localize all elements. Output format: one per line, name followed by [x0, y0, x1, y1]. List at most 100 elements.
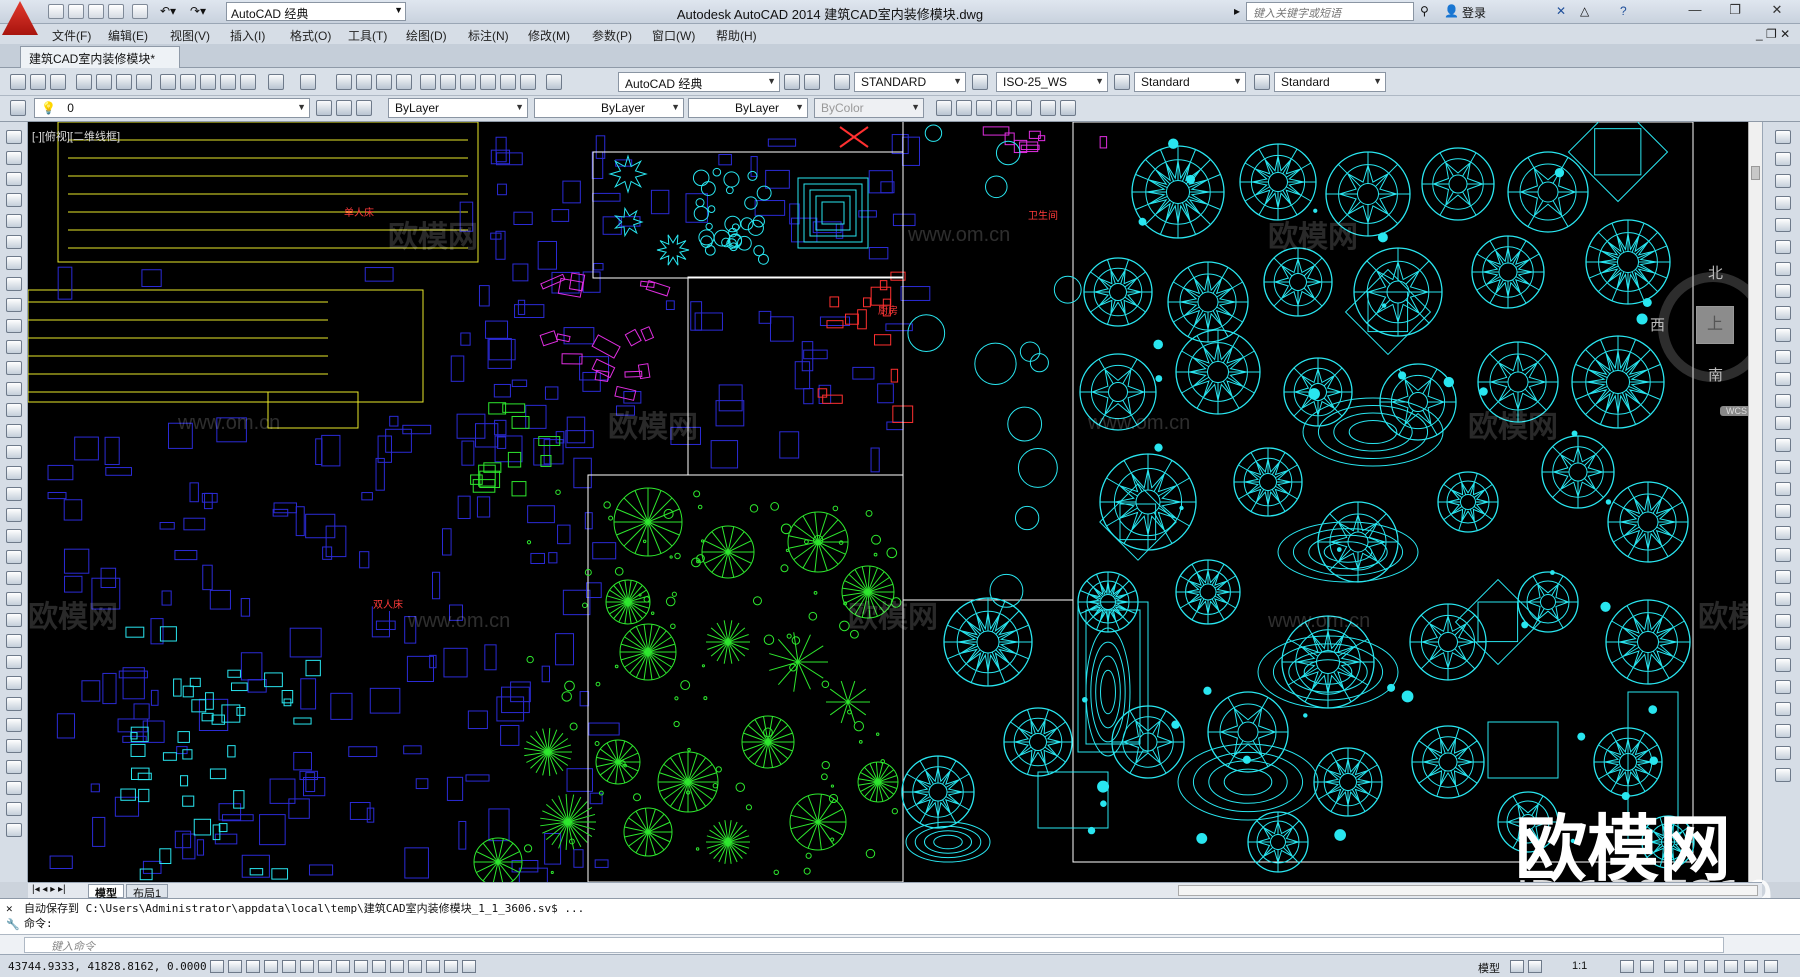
- workspace-save-icon[interactable]: [804, 74, 820, 90]
- compass-south[interactable]: 南: [1708, 364, 1723, 385]
- dim-style-combo[interactable]: ISO-25_WS ▼: [996, 72, 1108, 92]
- markup-icon[interactable]: [500, 74, 516, 90]
- a360-icon[interactable]: △: [1580, 4, 1589, 18]
- modify-tool-icon[interactable]: [1775, 526, 1791, 540]
- layer-states-icon[interactable]: [356, 100, 372, 116]
- menu-help[interactable]: 帮助(H): [716, 27, 757, 44]
- draw-tool-icon[interactable]: [6, 655, 22, 669]
- modify-tool-icon[interactable]: [1775, 614, 1791, 628]
- modify-tool-icon[interactable]: [1775, 328, 1791, 342]
- compass-west[interactable]: 西: [1650, 314, 1665, 335]
- draw-tool-icon[interactable]: [6, 571, 22, 585]
- tab-layout1[interactable]: 布局1: [126, 884, 169, 900]
- modify-tool-icon[interactable]: [1775, 262, 1791, 276]
- table-style-combo[interactable]: Standard ▼: [1134, 72, 1246, 92]
- modify-tool-icon[interactable]: [1775, 130, 1791, 144]
- quick-view-drawings-icon[interactable]: [1528, 960, 1542, 973]
- model-space-toggle[interactable]: 模型: [1478, 960, 1500, 976]
- modify-tool-icon[interactable]: [1775, 416, 1791, 430]
- modify-tool-icon[interactable]: [1775, 372, 1791, 386]
- compass-north[interactable]: 北: [1708, 262, 1723, 283]
- preview-icon[interactable]: [96, 74, 112, 90]
- draw-tool-icon[interactable]: [6, 361, 22, 375]
- paste-icon[interactable]: [200, 74, 216, 90]
- draw-tool-icon[interactable]: [6, 403, 22, 417]
- help-search-input[interactable]: 键入关键字或短语: [1246, 2, 1414, 21]
- draw-tool-icon[interactable]: [6, 445, 22, 459]
- draw-tool-icon[interactable]: [6, 340, 22, 354]
- 3dprint-icon[interactable]: [136, 74, 152, 90]
- view-tool-2-icon[interactable]: [956, 100, 972, 116]
- zoom-previous-icon[interactable]: [396, 74, 412, 90]
- modify-tool-icon[interactable]: [1775, 592, 1791, 606]
- zoom-window-icon[interactable]: [376, 74, 392, 90]
- auto-scale-icon[interactable]: [1640, 960, 1654, 973]
- layer-properties-icon[interactable]: [10, 100, 26, 116]
- menu-modify[interactable]: 修改(M): [528, 27, 570, 44]
- text-style-combo[interactable]: STANDARD ▼: [854, 72, 966, 92]
- zoom-realtime-icon[interactable]: [356, 74, 372, 90]
- exchange-icon[interactable]: ✕: [1556, 4, 1566, 18]
- draw-tool-icon[interactable]: [6, 235, 22, 249]
- dynamic-input-icon[interactable]: [372, 960, 386, 973]
- binoculars-icon[interactable]: ⚲: [1420, 4, 1429, 18]
- save-as-icon[interactable]: [108, 4, 124, 19]
- workspace-settings-icon[interactable]: [784, 74, 800, 90]
- modify-tool-icon[interactable]: [1775, 680, 1791, 694]
- layer-previous-icon[interactable]: [336, 100, 352, 116]
- save-icon[interactable]: [88, 4, 104, 19]
- lineweight-combo[interactable]: ByLayer ▼: [688, 98, 808, 118]
- design-center-icon[interactable]: [440, 74, 456, 90]
- publish-icon[interactable]: [116, 74, 132, 90]
- drawing-canvas[interactable]: [-][俯视][二维线框] 上 北 南 东 西 WCS 单人床 双人床 厨房 卫…: [28, 122, 1762, 882]
- 3d-osnap-icon[interactable]: [318, 960, 332, 973]
- clean-screen-icon[interactable]: [1764, 960, 1778, 973]
- ducs-icon[interactable]: [354, 960, 368, 973]
- modify-tool-icon[interactable]: [1775, 482, 1791, 496]
- workspace-combo[interactable]: AutoCAD 经典 ▼: [618, 72, 780, 92]
- modify-tool-icon[interactable]: [1775, 768, 1791, 782]
- draw-tool-icon[interactable]: [6, 256, 22, 270]
- open-file-icon[interactable]: [68, 4, 84, 19]
- print-icon[interactable]: [132, 4, 148, 19]
- tab-drawing[interactable]: 建筑CAD室内装修模块* ✕: [20, 46, 180, 81]
- draw-tool-icon[interactable]: [6, 802, 22, 816]
- lineweight-icon[interactable]: [390, 960, 404, 973]
- draw-tool-icon[interactable]: [6, 697, 22, 711]
- scroll-thumb[interactable]: [1751, 166, 1760, 180]
- command-input[interactable]: 键入命令: [24, 937, 1724, 953]
- vertical-scrollbar[interactable]: [1748, 122, 1762, 882]
- modify-tool-icon[interactable]: [1775, 196, 1791, 210]
- color-combo[interactable]: ByLayer ▼: [388, 98, 528, 118]
- draw-tool-icon[interactable]: [6, 151, 22, 165]
- draw-tool-icon[interactable]: [6, 718, 22, 732]
- close-window-button[interactable]: ✕: [1762, 2, 1792, 20]
- layer-combo[interactable]: 💡 0 ▼: [34, 98, 310, 118]
- draw-tool-icon[interactable]: [6, 298, 22, 312]
- redo-icon[interactable]: [300, 74, 316, 90]
- lock-ui-icon[interactable]: [1684, 960, 1698, 973]
- menu-insert[interactable]: 插入(I): [230, 27, 265, 44]
- snap-mode-icon[interactable]: [228, 960, 242, 973]
- modify-tool-icon[interactable]: [1775, 724, 1791, 738]
- dim-style-icon[interactable]: [972, 74, 988, 90]
- modify-tool-icon[interactable]: [1775, 218, 1791, 232]
- draw-tool-icon[interactable]: [6, 487, 22, 501]
- view-tool-4-icon[interactable]: [996, 100, 1012, 116]
- open-icon[interactable]: [30, 74, 46, 90]
- modify-tool-icon[interactable]: [1775, 152, 1791, 166]
- object-snap-icon[interactable]: [300, 960, 314, 973]
- restore-button[interactable]: ❐: [1720, 2, 1750, 20]
- modify-tool-icon[interactable]: [1775, 636, 1791, 650]
- draw-tool-icon[interactable]: [6, 382, 22, 396]
- doc-window-controls[interactable]: _ ❐ ✕: [1756, 27, 1790, 41]
- qnew-icon[interactable]: [10, 74, 26, 90]
- modify-tool-icon[interactable]: [1775, 658, 1791, 672]
- viewcube[interactable]: 上 北 南 东 西 WCS: [1650, 265, 1762, 416]
- new-file-icon[interactable]: [48, 4, 64, 19]
- horizontal-scrollbar[interactable]: [1178, 885, 1758, 896]
- pan-icon[interactable]: [336, 74, 352, 90]
- modify-tool-icon[interactable]: [1775, 702, 1791, 716]
- draw-tool-icon[interactable]: [6, 319, 22, 333]
- menu-draw[interactable]: 绘图(D): [406, 27, 447, 44]
